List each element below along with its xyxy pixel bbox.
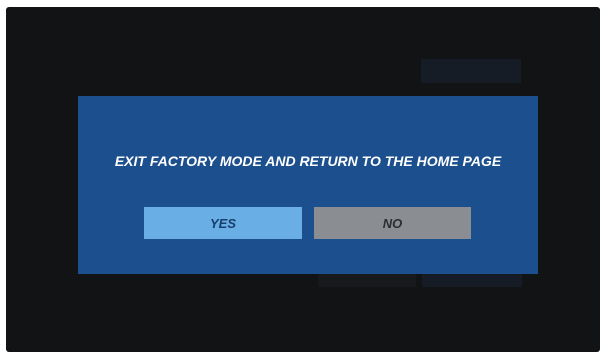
- background-row-button-obscured: [421, 59, 521, 83]
- no-button[interactable]: NO: [314, 207, 471, 239]
- yes-button-label: YES: [209, 215, 236, 231]
- no-button-label: NO: [382, 215, 403, 231]
- dialog-message: EXIT FACTORY MODE AND RETURN TO THE HOME…: [114, 153, 502, 169]
- factory-mode-screen: EXIT FACTORY MODE AND RETURN TO THE HOME…: [6, 7, 600, 352]
- yes-button[interactable]: YES: [144, 207, 302, 239]
- exit-factory-mode-dialog: EXIT FACTORY MODE AND RETURN TO THE HOME…: [78, 96, 538, 274]
